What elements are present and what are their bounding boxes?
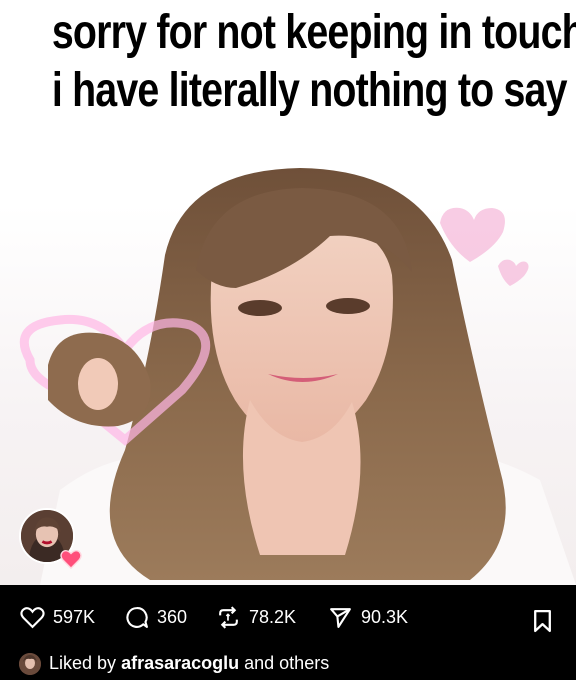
- liked-user-avatar[interactable]: [19, 653, 41, 675]
- meme-caption: sorry for not keeping in touch i have li…: [51, 4, 576, 120]
- repost-count: 78.2K: [249, 606, 297, 627]
- like-count: 597K: [53, 606, 96, 627]
- liked-by-user[interactable]: afrasaracoglu: [121, 653, 239, 673]
- repost-button[interactable]: 78.2K: [216, 605, 296, 629]
- save-button[interactable]: [530, 608, 555, 632]
- comment-button[interactable]: 360: [124, 605, 187, 629]
- liked-by-prefix: Liked by: [49, 653, 117, 673]
- comment-count: 360: [157, 606, 188, 627]
- profile-photo-icon: [19, 653, 41, 675]
- repost-icon: [219, 605, 238, 629]
- bookmark-icon: [534, 609, 551, 632]
- liked-by-text: Liked by afrasaracoglu and others: [49, 653, 329, 674]
- girl-portrait-illustration: [19, 168, 576, 585]
- share-button[interactable]: 90.3K: [328, 605, 408, 629]
- comment-icon: [126, 606, 148, 628]
- heart-icon: [20, 606, 45, 628]
- liked-by-row: Liked by afrasaracoglu and others: [0, 647, 576, 680]
- post-action-bar: 597K 360 78.2K 90.3K: [0, 585, 576, 647]
- share-count: 90.3K: [361, 606, 409, 627]
- heart-badge-icon: [60, 550, 82, 569]
- like-button[interactable]: 597K: [20, 605, 95, 629]
- liked-by-suffix[interactable]: and others: [244, 653, 329, 673]
- caption-line-2: i have literally nothing to say: [51, 64, 568, 117]
- send-icon: [330, 607, 351, 628]
- caption-line-1: sorry for not keeping in touch: [51, 6, 576, 59]
- post-image[interactable]: sorry for not keeping in touch i have li…: [0, 0, 576, 585]
- meme-photo: [0, 150, 576, 585]
